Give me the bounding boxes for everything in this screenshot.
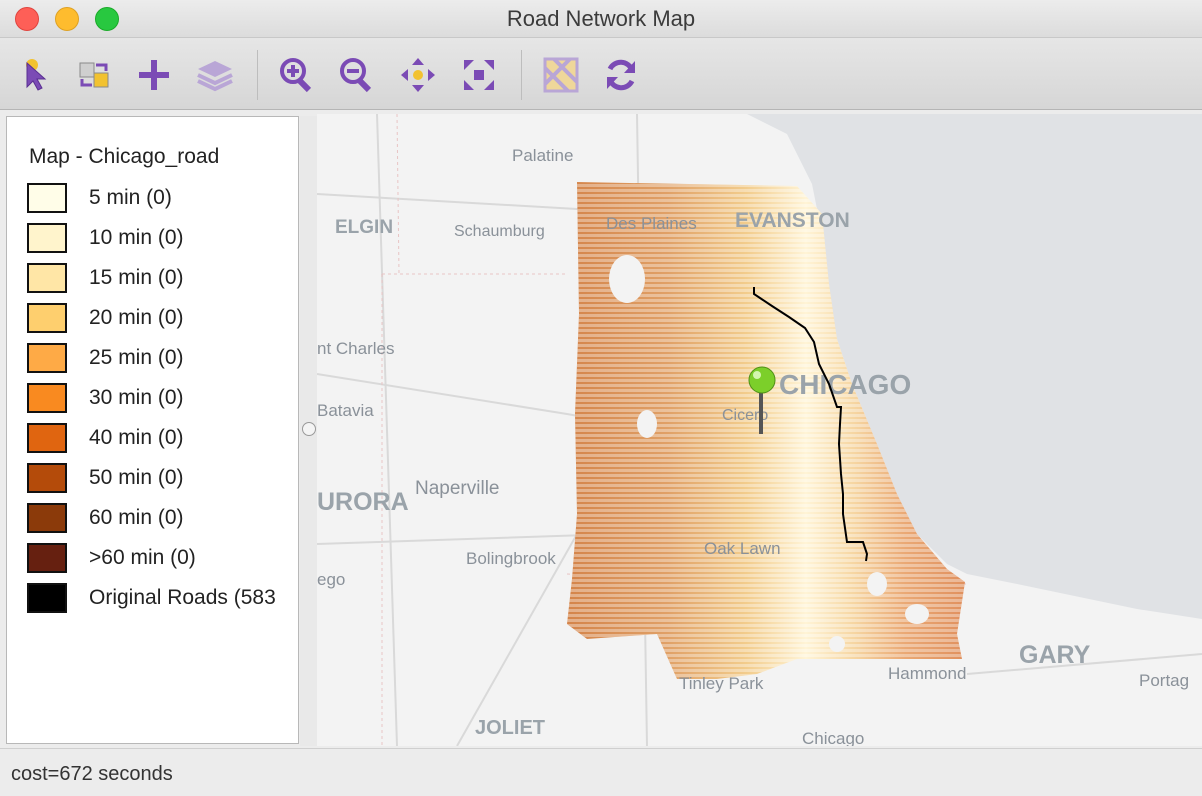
- basemap-icon: [543, 57, 579, 93]
- zoom-out-button[interactable]: [338, 56, 376, 94]
- legend-label: >60 min (0): [89, 546, 196, 569]
- layers-icon: [197, 61, 233, 92]
- place-label-schaumburg: Schaumburg: [454, 223, 545, 240]
- legend-swatch: [27, 463, 67, 493]
- pan-button[interactable]: [399, 56, 437, 94]
- zoom-out-icon: [340, 58, 372, 93]
- basemap-button[interactable]: [542, 56, 580, 94]
- splitter-handle[interactable]: [302, 422, 316, 436]
- legend-title: Map - Chicago_road: [29, 145, 220, 168]
- status-bar: cost=672 seconds: [0, 748, 1202, 796]
- place-label-joliet: JOLIET: [475, 717, 545, 739]
- title-bar: Road Network Map: [0, 0, 1202, 38]
- legend-label: 20 min (0): [89, 306, 184, 329]
- status-text: cost=672 seconds: [11, 763, 173, 785]
- layer-select-icon: [79, 62, 109, 88]
- legend-label: 15 min (0): [89, 266, 184, 289]
- legend-swatch: [27, 543, 67, 573]
- layer-select-button[interactable]: [75, 56, 113, 94]
- place-label-elgin: ELGIN: [335, 217, 393, 238]
- window-title: Road Network Map: [506, 6, 696, 31]
- legend-swatch: [27, 183, 67, 213]
- place-label-chicago-heights: Chicago: [802, 729, 864, 746]
- toolbar-separator: [521, 50, 522, 100]
- legend-label: 25 min (0): [89, 346, 184, 369]
- legend-label: 60 min (0): [89, 506, 184, 529]
- legend-swatch: [27, 263, 67, 293]
- place-label-evanston: EVANSTON: [735, 209, 850, 232]
- legend-swatch: [27, 383, 67, 413]
- place-label-des-plaines: Des Plaines: [606, 214, 697, 233]
- select-tool-icon: [26, 59, 47, 91]
- app-window: Road Network Map Map - Chicago_road 5 mi…: [0, 0, 1202, 796]
- place-label-oak-lawn: Oak Lawn: [704, 539, 781, 558]
- legend-label: Original Roads (583: [89, 586, 276, 609]
- add-layer-icon: [139, 60, 169, 90]
- legend-swatch: [27, 423, 67, 453]
- refresh-button[interactable]: [602, 56, 640, 94]
- place-label-oswego: ego: [317, 570, 345, 589]
- toolbar-separator: [257, 50, 258, 100]
- place-label-st-charles: nt Charles: [317, 339, 394, 358]
- map-svg: Palatine ELGIN Schaumburg Des Plaines EV…: [317, 114, 1202, 746]
- layers-button[interactable]: [196, 56, 234, 94]
- legend-swatch: [27, 303, 67, 333]
- legend-label: 50 min (0): [89, 466, 184, 489]
- legend-swatch: [27, 223, 67, 253]
- zoom-in-icon: [280, 58, 312, 93]
- refresh-icon: [607, 59, 635, 91]
- legend-swatch: [27, 583, 67, 613]
- legend-label: 30 min (0): [89, 386, 184, 409]
- legend-panel: Map - Chicago_road 5 min (0) 10 min (0) 15…: [6, 116, 299, 744]
- place-label-tinley-park: Tinley Park: [679, 674, 764, 693]
- add-layer-button[interactable]: [135, 56, 173, 94]
- place-label-bolingbrook: Bolingbrook: [466, 549, 556, 568]
- place-label-palatine: Palatine: [512, 146, 573, 165]
- full-extent-button[interactable]: [460, 56, 498, 94]
- full-extent-icon: [464, 60, 494, 90]
- place-label-batavia: Batavia: [317, 401, 374, 420]
- place-label-naperville: Naperville: [415, 478, 499, 499]
- legend-swatch: [27, 343, 67, 373]
- legend-swatch: [27, 503, 67, 533]
- toolbar: [0, 38, 1202, 110]
- map-canvas[interactable]: Palatine ELGIN Schaumburg Des Plaines EV…: [317, 114, 1202, 746]
- place-label-hammond: Hammond: [888, 664, 966, 683]
- pan-icon: [401, 58, 435, 92]
- place-label-aurora: URORA: [317, 488, 409, 516]
- place-label-chicago: CHICAGO: [779, 369, 911, 400]
- place-label-gary: GARY: [1019, 641, 1091, 669]
- legend-label: 10 min (0): [89, 226, 184, 249]
- select-tool-button[interactable]: [16, 56, 54, 94]
- legend-label: 40 min (0): [89, 426, 184, 449]
- zoom-in-button[interactable]: [278, 56, 316, 94]
- place-label-portage: Portag: [1139, 671, 1189, 690]
- legend-label: 5 min (0): [89, 186, 172, 209]
